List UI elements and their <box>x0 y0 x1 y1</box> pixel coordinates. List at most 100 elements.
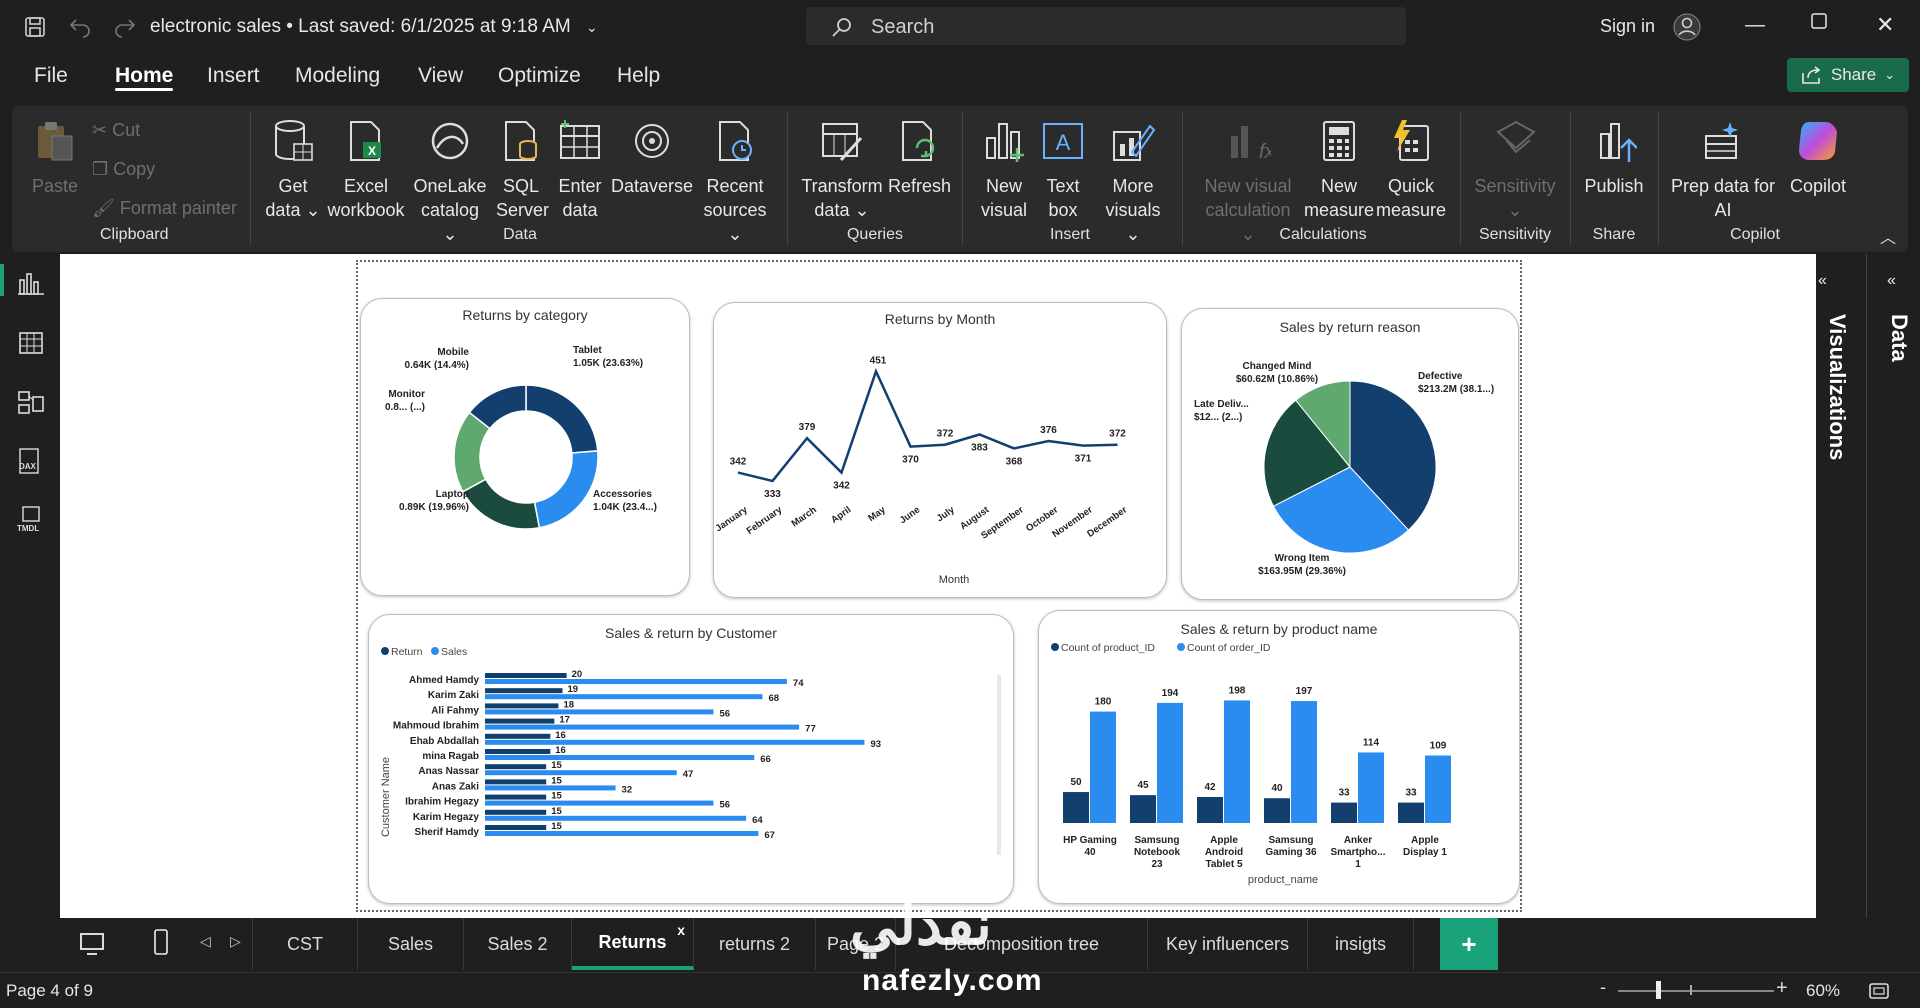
quick-measure-button[interactable]: Quick measure <box>1376 118 1446 222</box>
collapse-ribbon-icon[interactable]: ︿ <box>1880 224 1896 248</box>
zoom-slider-thumb[interactable] <box>1656 981 1661 999</box>
tab-key-influencers[interactable]: Key influencers <box>1148 918 1308 970</box>
slice-label-3: 0.8... (...) <box>385 402 425 413</box>
tab-returns-2[interactable]: returns 2 <box>694 918 816 970</box>
menu-view[interactable]: View <box>418 64 463 88</box>
x-tick-2: March <box>789 504 818 529</box>
menu-home[interactable]: Home <box>115 64 173 88</box>
sales-return-by-customer-chart[interactable]: Sales & return by Customer Return Sales Cu… <box>368 614 1014 904</box>
sales-bar-5 <box>485 755 755 760</box>
sql-server-button[interactable]: SQL Server <box>496 118 549 222</box>
copy-button[interactable]: ❐ Copy <box>92 157 155 181</box>
return-bar-7 <box>485 779 547 785</box>
user-avatar-icon[interactable] <box>1672 12 1702 42</box>
report-view-icon[interactable] <box>16 268 46 298</box>
recent-sources-button[interactable]: Recent sources ⌄ <box>700 118 770 246</box>
sales-bar-8 <box>485 800 714 806</box>
format-painter-button[interactable]: 🖌 Format painter <box>92 196 237 220</box>
search-box[interactable]: Search <box>806 7 1406 45</box>
maximize-icon[interactable] <box>1810 12 1828 36</box>
sales-bar-10 <box>485 831 759 836</box>
more-visuals-button[interactable]: More visuals ⌄ <box>1100 118 1166 246</box>
zoom-out-button[interactable]: - <box>1600 977 1606 998</box>
scroll-left-icon[interactable]: ◁ <box>200 933 211 950</box>
menu-optimize[interactable]: Optimize <box>498 64 581 88</box>
save-icon[interactable] <box>20 12 50 42</box>
share-button[interactable]: Share ⌄ <box>1787 58 1909 92</box>
sign-in-link[interactable]: Sign in <box>1600 16 1655 37</box>
publish-button[interactable]: Publish <box>1580 118 1648 198</box>
chevron-down-icon[interactable]: ⌄ <box>586 19 598 35</box>
menu-modeling[interactable]: Modeling <box>295 64 380 88</box>
sales-by-return-reason-chart[interactable]: Sales by return reason Defective $213.2M … <box>1181 308 1519 600</box>
prep-data-for-ai-button[interactable]: Prep data for AI <box>1668 118 1778 222</box>
copilot-button[interactable]: Copilot <box>1778 118 1858 198</box>
minimize-icon[interactable]: — <box>1745 14 1765 37</box>
table-view-icon[interactable] <box>16 328 46 358</box>
menu-insert[interactable]: Insert <box>207 64 260 88</box>
report-canvas[interactable]: Returns by category Tablet 1.05K (23.63%)… <box>60 254 1816 918</box>
sensitivity-button[interactable]: Sensitivity ⌄ <box>1470 118 1560 222</box>
excel-icon: X <box>350 121 381 161</box>
undo-icon[interactable] <box>65 12 95 42</box>
tab-cst[interactable]: CST <box>252 918 358 970</box>
return-bar-9 <box>485 809 547 815</box>
product-id-label-5: 33 <box>1405 788 1417 799</box>
more-visuals-icon <box>1113 124 1156 161</box>
desktop-layout-icon[interactable] <box>78 930 106 958</box>
fit-to-page-icon[interactable] <box>1868 981 1890 1001</box>
sales-label-1: 68 <box>768 693 779 704</box>
zoom-in-button[interactable]: + <box>1776 977 1788 1000</box>
scroll-right-icon[interactable]: ▷ <box>230 933 241 950</box>
tab-sales-2[interactable]: Sales 2 <box>464 918 572 970</box>
tab-returns[interactable]: Returns x <box>572 918 694 970</box>
onelake-catalog-button[interactable]: OneLake catalog ⌄ <box>412 118 488 246</box>
expand-visualizations-icon[interactable]: « <box>1818 272 1827 290</box>
new-visual-button[interactable]: New visual <box>978 118 1030 222</box>
visualizations-pane-label[interactable]: Visualizations <box>1824 314 1850 460</box>
cut-button[interactable]: ✂ Cut <box>92 118 140 142</box>
text-box-button[interactable]: A Text box <box>1038 118 1088 222</box>
return-bar-8 <box>485 794 547 800</box>
paste-button[interactable]: Paste <box>30 118 80 198</box>
sales-label-2: 56 <box>719 708 730 719</box>
tmdl-view-icon[interactable]: TMDL <box>16 504 46 534</box>
new-measure-button[interactable]: New measure <box>1304 118 1374 222</box>
mobile-layout-icon[interactable] <box>152 928 170 958</box>
share-icon <box>1802 66 1821 84</box>
returns-by-category-chart[interactable]: Returns by category Tablet 1.05K (23.63%)… <box>360 298 690 596</box>
data-label-8: 368 <box>1006 456 1023 467</box>
enter-data-button[interactable]: Enter data <box>556 118 604 222</box>
slice-name-3: Changed Mind <box>1243 361 1312 372</box>
slice-name-0: Defective <box>1418 371 1463 382</box>
document-title[interactable]: electronic sales • Last saved: 6/1/2025 … <box>150 16 598 38</box>
dax-query-view-icon[interactable]: DAX <box>16 446 46 476</box>
expand-data-icon[interactable]: « <box>1887 272 1896 290</box>
redo-icon[interactable] <box>110 12 140 42</box>
menu-file[interactable]: File <box>34 64 68 88</box>
refresh-button[interactable]: Refresh <box>888 118 951 198</box>
slice-label-1: 1.04K (23.4...) <box>593 502 657 513</box>
zoom-slider-track[interactable] <box>1618 990 1774 992</box>
product-id-bar-2 <box>1197 797 1223 823</box>
product-id-label-1: 45 <box>1137 780 1149 791</box>
model-view-icon[interactable] <box>16 388 46 418</box>
legend-marker-0 <box>381 647 389 655</box>
returns-by-month-chart[interactable]: Returns by Month 342 January 333 February 37… <box>713 302 1167 598</box>
close-icon[interactable]: ✕ <box>1876 12 1894 38</box>
sales-return-by-product-chart[interactable]: Sales & return by product name Count of … <box>1038 610 1520 904</box>
close-tab-icon[interactable]: x <box>677 922 685 938</box>
tab-sales[interactable]: Sales <box>358 918 464 970</box>
tab-insigts[interactable]: insigts <box>1308 918 1414 970</box>
dataverse-button[interactable]: Dataverse <box>610 118 694 198</box>
get-data-button[interactable]: Get data ⌄ <box>265 118 321 222</box>
menu-help[interactable]: Help <box>617 64 660 88</box>
excel-workbook-button[interactable]: X Excel workbook <box>325 118 407 222</box>
copy-icon: ❐ <box>92 159 114 179</box>
transform-data-button[interactable]: Transform data ⌄ <box>800 118 884 222</box>
data-pane-label[interactable]: Data <box>1886 314 1912 362</box>
product-id-label-4: 33 <box>1338 788 1350 799</box>
add-page-button[interactable]: + <box>1440 918 1498 970</box>
return-bar-5 <box>485 749 551 754</box>
copilot-icon <box>1799 122 1837 160</box>
